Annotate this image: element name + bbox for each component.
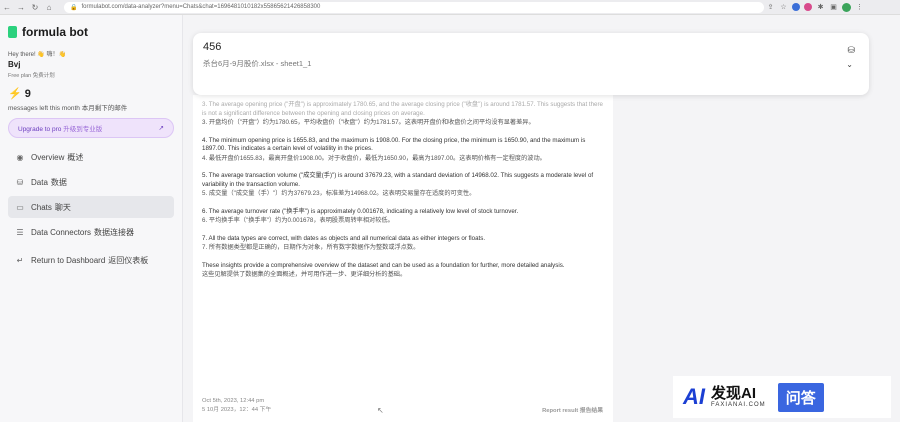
message-paragraph-zh: 这些见解提供了数据集的全面概述，并可用作进一步、更详细分析的基础。 [202, 271, 407, 278]
extension-icon[interactable] [792, 3, 800, 11]
home-icon[interactable]: ⌂ [42, 3, 56, 12]
chat-title: 456 [203, 41, 222, 53]
extension-icon[interactable] [804, 3, 812, 11]
return-icon: ↵ [16, 255, 24, 265]
message-timestamp: Oct 5th, 2023, 12:44 pm 5 10月 2023，12：44… [202, 398, 272, 413]
database-icon[interactable]: ⛁ [847, 45, 855, 56]
message-paragraph-zh: 7. 所有数据类型都是正确的，日期作为对象，所有数字数据作为整数或浮点数。 [202, 244, 420, 251]
database-icon: ⛁ [16, 177, 24, 187]
chat-file-name: 杀台6月-9月股价.xlsx - sheet1_1 [203, 59, 312, 68]
message-paragraph: 6. The average turnover rate ("换手率") is … [202, 207, 519, 215]
upgrade-button[interactable]: Upgrade to pro 升级到专业版 ↗ [8, 118, 174, 138]
star-icon[interactable]: ☆ [777, 3, 790, 11]
sidebar-item-overview[interactable]: ◉ Overview 概述 [8, 146, 174, 168]
share-icon[interactable]: ⇪ [764, 3, 777, 11]
profile-avatar[interactable] [842, 2, 851, 12]
watermark-badge: 问答 [777, 382, 824, 412]
lock-icon: 🔒 [70, 4, 78, 11]
report-result-link[interactable]: Report result 报告结果 [542, 405, 603, 414]
chat-icon: ▭ [16, 202, 24, 212]
puzzle-icon[interactable]: ✱ [814, 3, 827, 11]
message-paragraph-zh: 3. 开盘均价（"开盘"）约为1780.65，平均收盘价（"收盘"）约为1781… [202, 119, 535, 126]
username: Bvj [8, 60, 21, 69]
watermark: AI 发现AI FAXIANAI.COM 问答 [673, 376, 891, 418]
back-icon[interactable]: ← [0, 3, 14, 12]
sidepanel-icon[interactable]: ▣ [827, 3, 840, 11]
credits-subtitle: messages left this month 本月剩下的邮件 [8, 105, 128, 112]
watermark-logo: AI [683, 384, 705, 409]
url-text: formulabot.com/data-analyzer?menu=Chats&… [81, 4, 321, 10]
chat-header: 456 杀台6月-9月股价.xlsx - sheet1_1 ⛁ ⌄ [193, 33, 869, 95]
sidebar-item-data-connectors[interactable]: ☰ Data Connectors 数据连接器 [8, 221, 174, 243]
browser-toolbar: ← → ↻ ⌂ 🔒 formulabot.com/data-analyzer?m… [0, 0, 900, 15]
message-paragraph: 7. All the data types are correct, with … [202, 234, 486, 242]
bolt-icon: ⚡ [8, 88, 22, 100]
sidebar-item-data[interactable]: ⛁ Data 数据 [8, 171, 174, 193]
sidebar-item-return-dashboard[interactable]: ↵ Return to Dashboard 返回仪表板 [8, 249, 174, 271]
message-paragraph: 3. The average opening price ("开盘") is a… [202, 101, 603, 117]
reload-icon[interactable]: ↻ [28, 3, 42, 12]
chevron-down-icon[interactable]: ⌄ [846, 60, 853, 69]
message-paragraph: 4. The minimum opening price is 1655.83,… [202, 136, 586, 153]
forward-icon[interactable]: → [14, 3, 28, 12]
external-arrow-icon: ↗ [158, 125, 164, 132]
kebab-menu-icon[interactable]: ⋮ [853, 3, 866, 11]
main-panel: 3. The average opening price ("开盘") is a… [183, 15, 900, 422]
greeting: Hey there! 👋 嗨！👋 [8, 52, 66, 58]
chat-message: 3. The average opening price ("开盘") is a… [193, 95, 613, 422]
mouse-cursor-icon: ↖ [377, 406, 384, 415]
list-icon: ☰ [16, 227, 24, 237]
message-paragraph: These insights provide a comprehensive o… [202, 261, 565, 269]
sidebar: formula bot Hey there! 👋 嗨！👋 Bvj Free pl… [0, 15, 183, 422]
eye-icon: ◉ [16, 152, 24, 162]
address-bar[interactable]: 🔒 formulabot.com/data-analyzer?menu=Chat… [64, 1, 764, 13]
message-paragraph: 5. The average transaction volume ("成交量(… [202, 172, 594, 188]
message-paragraph-zh: 5. 成交量（"成交量（手）"）约为37679.23，标准差为14968.02。… [202, 190, 476, 197]
message-paragraph-zh: 6. 平均换手率（"换手率"）约为0.001678，表明股票周转率相对较低。 [202, 217, 394, 224]
sidebar-item-chats[interactable]: ▭ Chats 聊天 [8, 196, 174, 218]
credits-count: ⚡ 9 [8, 87, 31, 101]
message-paragraph-zh: 4. 最低开盘价1655.83，最高开盘价1908.00。对于收盘价，最低为16… [202, 154, 546, 162]
plan-label: Free plan 免费计划 [8, 73, 55, 79]
app-logo[interactable]: formula bot [8, 25, 174, 39]
logo-icon [8, 26, 17, 38]
